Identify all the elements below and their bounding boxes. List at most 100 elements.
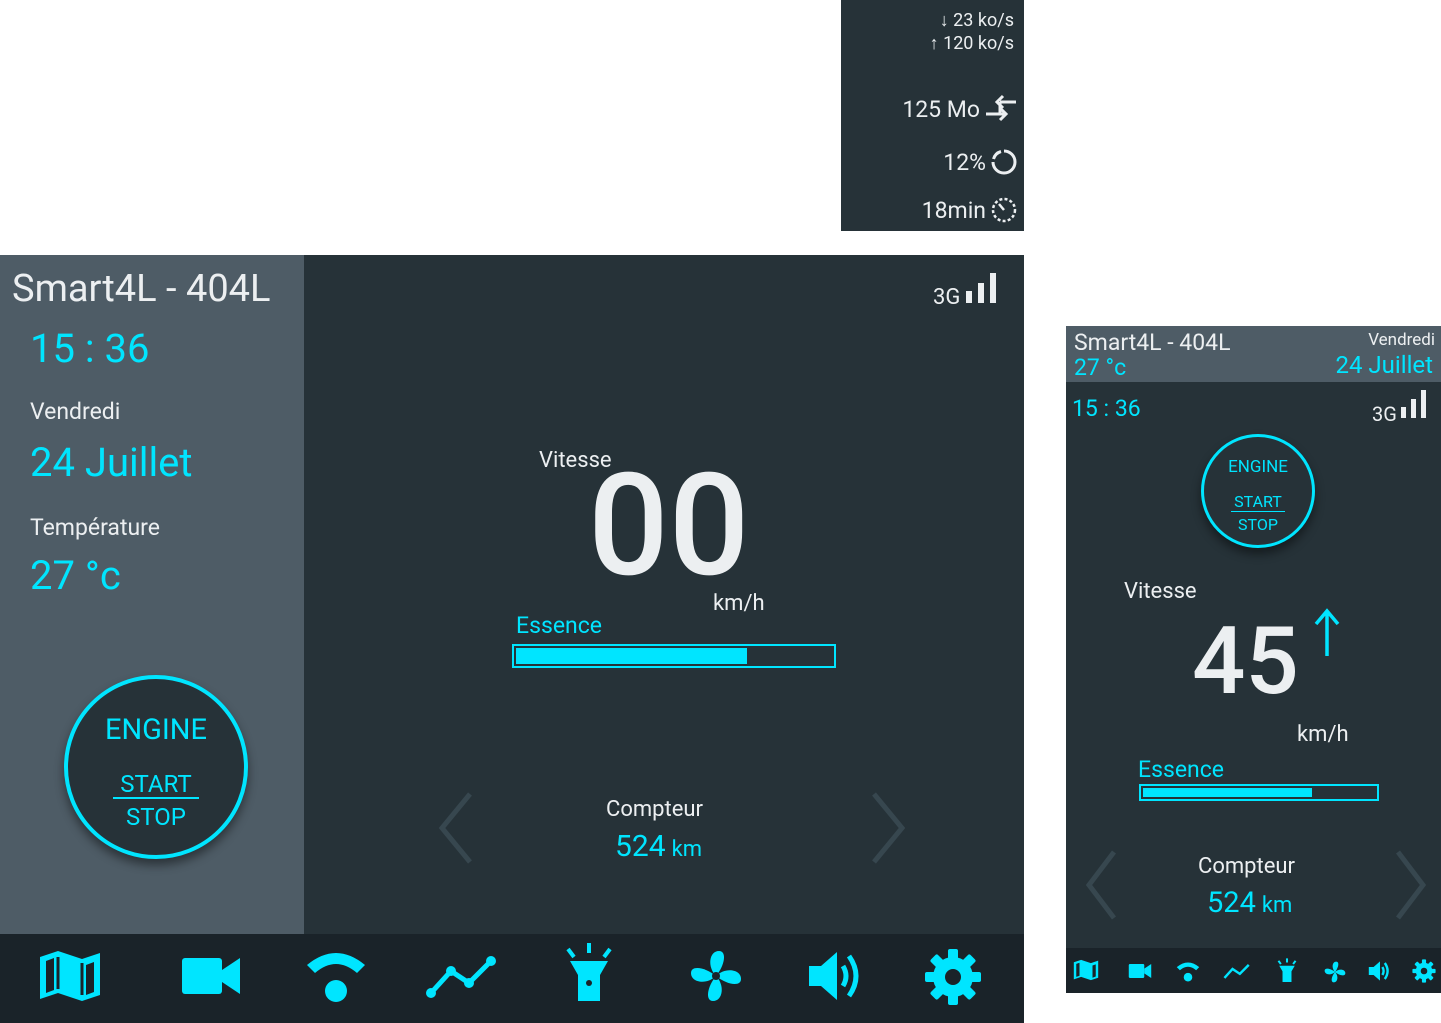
- wifi-button[interactable]: [302, 946, 370, 1004]
- temperature-label: Température: [30, 514, 160, 541]
- odometer-reading: 524 km: [1207, 886, 1292, 920]
- volume-icon: [1368, 961, 1389, 981]
- signal-icon: [1399, 390, 1429, 424]
- duration-value: 18min: [921, 196, 986, 224]
- fan-icon: [1324, 961, 1346, 983]
- odometer-unit: km: [1261, 893, 1293, 918]
- day-label: Vendredi: [1368, 330, 1435, 350]
- map-button[interactable]: [36, 948, 104, 1004]
- map-button[interactable]: [1072, 956, 1100, 984]
- odometer-reading: 524 km: [615, 829, 702, 864]
- upload-rate: ↑ 120 ko/s: [929, 33, 1014, 54]
- network-type: 3G: [933, 285, 961, 310]
- temperature-value: 27 °c: [1074, 354, 1127, 381]
- flashlight-icon: [566, 943, 612, 1001]
- timer-icon: [990, 196, 1018, 224]
- bottom-nav-bar: [0, 934, 1024, 1023]
- map-icon: [40, 951, 100, 1001]
- flashlight-button[interactable]: [560, 942, 618, 1006]
- fan-button[interactable]: [1321, 958, 1349, 986]
- speed-value: 00: [588, 442, 750, 609]
- volume-button[interactable]: [806, 946, 868, 1006]
- stats-button[interactable]: [424, 950, 500, 1002]
- wifi-icon: [307, 953, 365, 1002]
- portrait-dashboard: Smart4L - 404L 27 °c Vendredi 24 Juillet…: [1066, 326, 1441, 993]
- engine-label: ENGINE: [1228, 457, 1288, 477]
- stats-icon: [1223, 964, 1250, 979]
- settings-button[interactable]: [1410, 957, 1438, 985]
- speed-label: Vitesse: [1124, 579, 1197, 604]
- landscape-dashboard: Smart4L - 404L 15 : 36 Vendredi 24 Juill…: [0, 255, 1024, 1023]
- clock-time: 15 : 36: [1072, 395, 1141, 422]
- engine-label: ENGINE: [105, 713, 207, 747]
- volume-button[interactable]: [1366, 957, 1394, 985]
- data-usage-panel: ↓ 23 ko/s ↑ 120 ko/s 125 Mo 12% 18min: [841, 0, 1024, 231]
- fan-icon: [691, 951, 741, 1001]
- data-used-value: 125 Mo: [902, 95, 980, 123]
- chevron-left-icon[interactable]: [436, 792, 476, 864]
- flashlight-icon: [1277, 958, 1297, 982]
- chevron-right-icon[interactable]: [868, 792, 908, 864]
- engine-stop-label: STOP: [126, 803, 186, 831]
- odometer-value: 524: [1207, 886, 1256, 920]
- speed-increase-arrow-icon: [1314, 608, 1340, 656]
- temperature-value: 27 °c: [30, 552, 121, 599]
- wifi-icon: [1176, 962, 1200, 982]
- date-value: 24 Juillet: [1335, 351, 1434, 379]
- engine-start-stop-button[interactable]: ENGINE START STOP: [1201, 434, 1315, 548]
- percent-value: 12%: [943, 148, 986, 176]
- date-value: 24 Juillet: [30, 439, 193, 486]
- chevron-right-icon[interactable]: [1392, 850, 1428, 920]
- speed-unit: km/h: [713, 591, 765, 616]
- chevron-left-icon[interactable]: [1084, 850, 1120, 920]
- engine-start-label: START: [113, 771, 199, 799]
- fuel-gauge-fill: [516, 648, 747, 664]
- fuel-gauge-fill: [1143, 788, 1313, 797]
- day-label: Vendredi: [30, 398, 121, 425]
- network-status: 3G: [1372, 390, 1429, 424]
- odometer-label: Compteur: [1198, 854, 1295, 879]
- percent-row: 12%: [943, 148, 1018, 176]
- progress-ring-icon: [990, 148, 1018, 176]
- network-type: 3G: [1372, 402, 1397, 426]
- network-status: 3G: [933, 273, 1000, 309]
- camera-button[interactable]: [1126, 958, 1154, 984]
- fuel-gauge: [1139, 784, 1379, 801]
- app-title: Smart4L - 404L: [12, 267, 271, 311]
- odometer-label: Compteur: [606, 797, 703, 822]
- data-used-row: 125 Mo: [902, 94, 1018, 124]
- stats-icon: [426, 956, 496, 998]
- settings-icon: [925, 949, 981, 1005]
- clock-time: 15 : 36: [30, 325, 150, 372]
- fuel-label: Essence: [1138, 756, 1224, 783]
- signal-icon: [964, 273, 1000, 309]
- engine-start-label: START: [1231, 493, 1285, 512]
- stats-button[interactable]: [1221, 958, 1253, 984]
- volume-icon: [809, 952, 859, 1000]
- camera-icon: [182, 958, 240, 994]
- info-sidebar: Smart4L - 404L 15 : 36 Vendredi 24 Juill…: [0, 255, 304, 934]
- fuel-label: Essence: [516, 612, 602, 639]
- wifi-button[interactable]: [1174, 958, 1202, 984]
- speed-value: 45: [1192, 606, 1299, 716]
- download-rate: ↓ 23 ko/s: [939, 10, 1014, 31]
- map-icon: [1073, 959, 1099, 981]
- app-title: Smart4L - 404L: [1074, 329, 1231, 356]
- fan-button[interactable]: [686, 946, 746, 1006]
- fuel-gauge: [512, 644, 836, 668]
- odometer-value: 524: [615, 829, 666, 864]
- speed-unit: km/h: [1297, 722, 1349, 747]
- camera-icon: [1128, 964, 1152, 978]
- flashlight-button[interactable]: [1273, 956, 1301, 986]
- settings-icon: [1412, 959, 1436, 983]
- portrait-header: Smart4L - 404L 27 °c Vendredi 24 Juillet: [1066, 326, 1441, 382]
- engine-stop-label: STOP: [1238, 515, 1278, 534]
- odometer-unit: km: [671, 837, 703, 862]
- engine-start-stop-button[interactable]: ENGINE START STOP: [64, 675, 248, 859]
- main-panel: 3G Vitesse 00 km/h Essence Compteur 524: [304, 255, 1024, 934]
- duration-row: 18min: [922, 196, 1018, 224]
- camera-button[interactable]: [178, 948, 244, 1004]
- data-transfer-icon: [984, 94, 1018, 124]
- bottom-nav-bar: [1066, 948, 1441, 993]
- settings-button[interactable]: [920, 946, 986, 1008]
